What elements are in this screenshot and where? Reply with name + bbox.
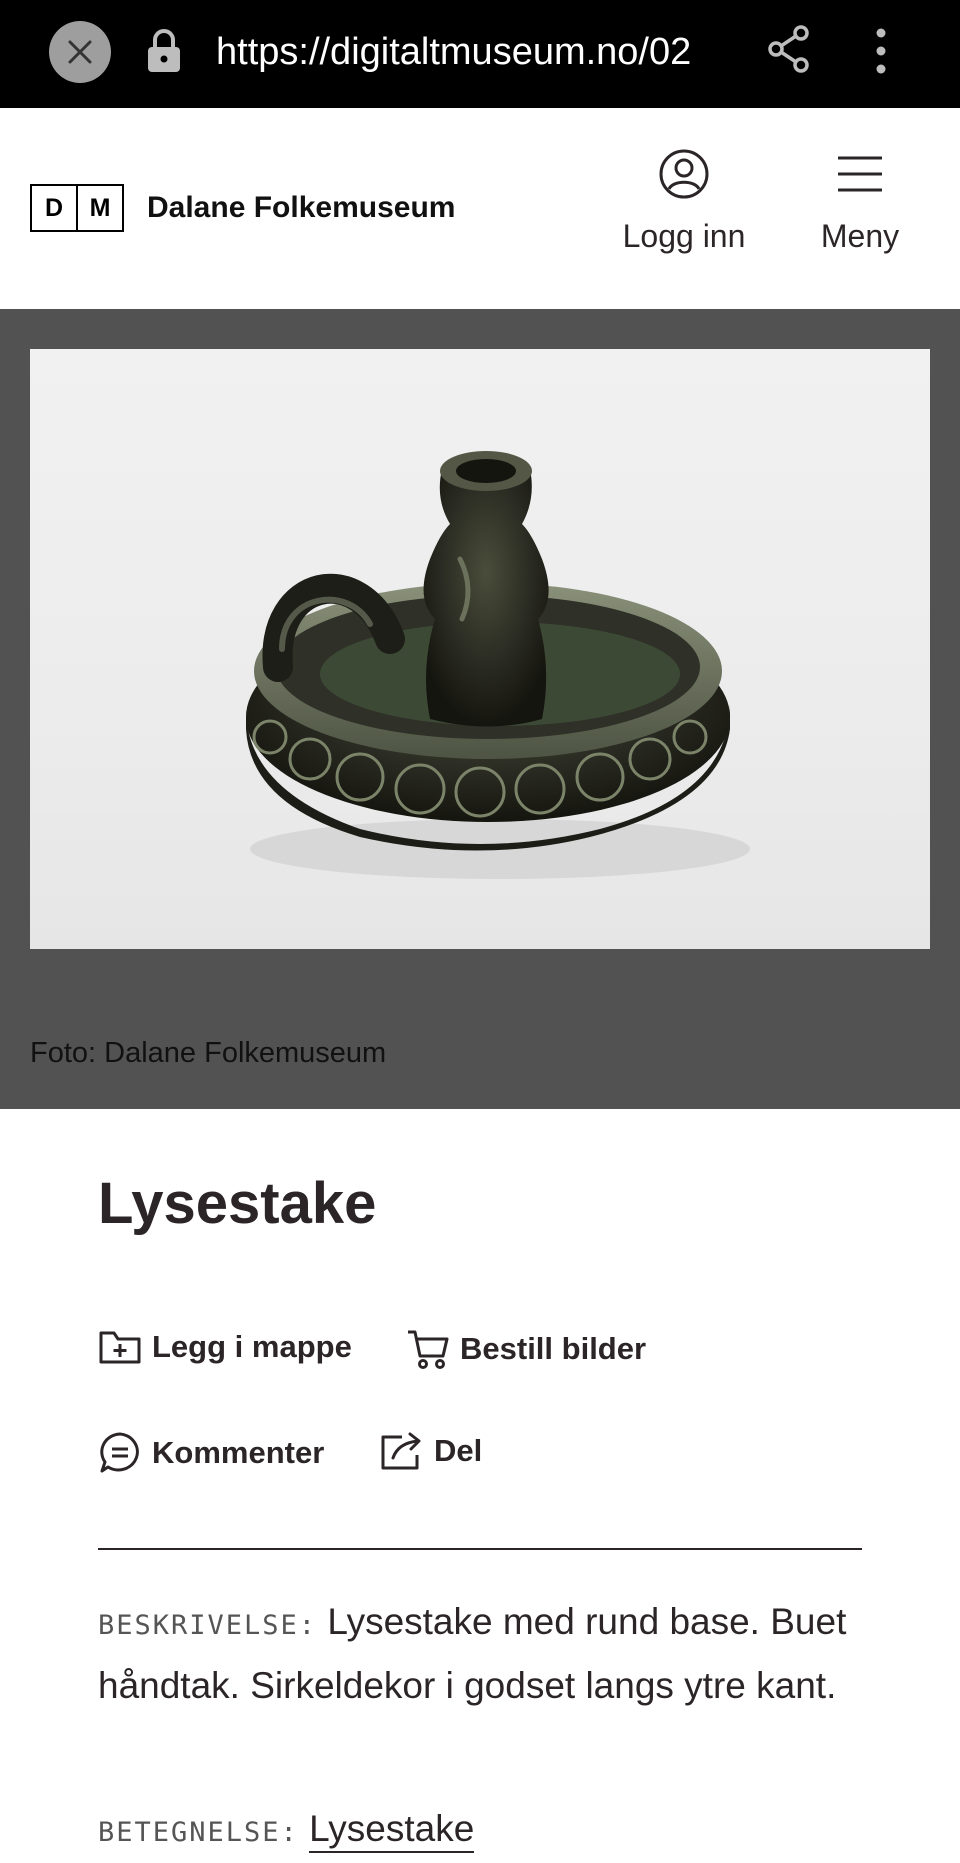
share-label: Del <box>434 1433 483 1468</box>
candlestick-illustration <box>246 451 750 879</box>
share-icon[interactable] <box>767 24 811 74</box>
site-header: D M Dalane Folkemuseum Logg inn Meny <box>0 108 960 309</box>
close-tab-button[interactable] <box>49 21 111 83</box>
add-to-folder-button[interactable]: Legg i mappe <box>98 1327 352 1367</box>
description-label: BESKRIVELSE: <box>98 1610 318 1641</box>
add-to-folder-label: Legg i mappe <box>152 1329 352 1364</box>
designation-link[interactable]: Lysestake <box>309 1808 475 1853</box>
share-arrow-icon <box>381 1432 421 1470</box>
object-title: Lysestake <box>98 1171 377 1236</box>
login-label: Logg inn <box>622 218 746 254</box>
designation-field: BETEGNELSE: Lysestake <box>98 1799 475 1863</box>
photo-credit: Foto: Dalane Folkemuseum <box>30 1037 387 1069</box>
hamburger-icon <box>838 156 882 192</box>
login-button[interactable]: Logg inn <box>616 148 752 256</box>
description-field: BESKRIVELSE: Lysestake med rund base. Bu… <box>98 1592 868 1716</box>
logo-letter-m: M <box>89 193 111 222</box>
object-photo[interactable] <box>30 349 930 949</box>
share-button[interactable]: Del <box>380 1431 482 1471</box>
section-divider <box>98 1548 862 1550</box>
folder-plus-icon <box>99 1331 141 1364</box>
browser-toolbar: https://digitaltmuseum.no/02 <box>0 0 960 108</box>
lock-icon <box>148 29 180 72</box>
more-options-icon[interactable] <box>862 26 900 76</box>
logo-letter-d: D <box>32 186 78 230</box>
address-bar-url[interactable]: https://digitaltmuseum.no/02 <box>216 24 730 80</box>
order-images-label: Bestill bilder <box>460 1331 647 1366</box>
cart-icon <box>408 1330 449 1369</box>
menu-button[interactable]: Meny <box>812 148 908 256</box>
designation-label: BETEGNELSE: <box>98 1817 299 1848</box>
dm-logo[interactable]: D M <box>30 184 124 232</box>
close-icon <box>68 40 92 64</box>
user-circle-icon <box>659 149 709 199</box>
image-viewer: Foto: Dalane Folkemuseum <box>0 309 960 1109</box>
order-images-button[interactable]: Bestill bilder <box>406 1327 646 1371</box>
comment-button[interactable]: Kommenter <box>98 1431 324 1475</box>
menu-label: Meny <box>820 218 900 254</box>
comment-icon <box>100 1432 139 1473</box>
museum-name[interactable]: Dalane Folkemuseum <box>147 188 455 228</box>
comment-label: Kommenter <box>152 1435 325 1470</box>
